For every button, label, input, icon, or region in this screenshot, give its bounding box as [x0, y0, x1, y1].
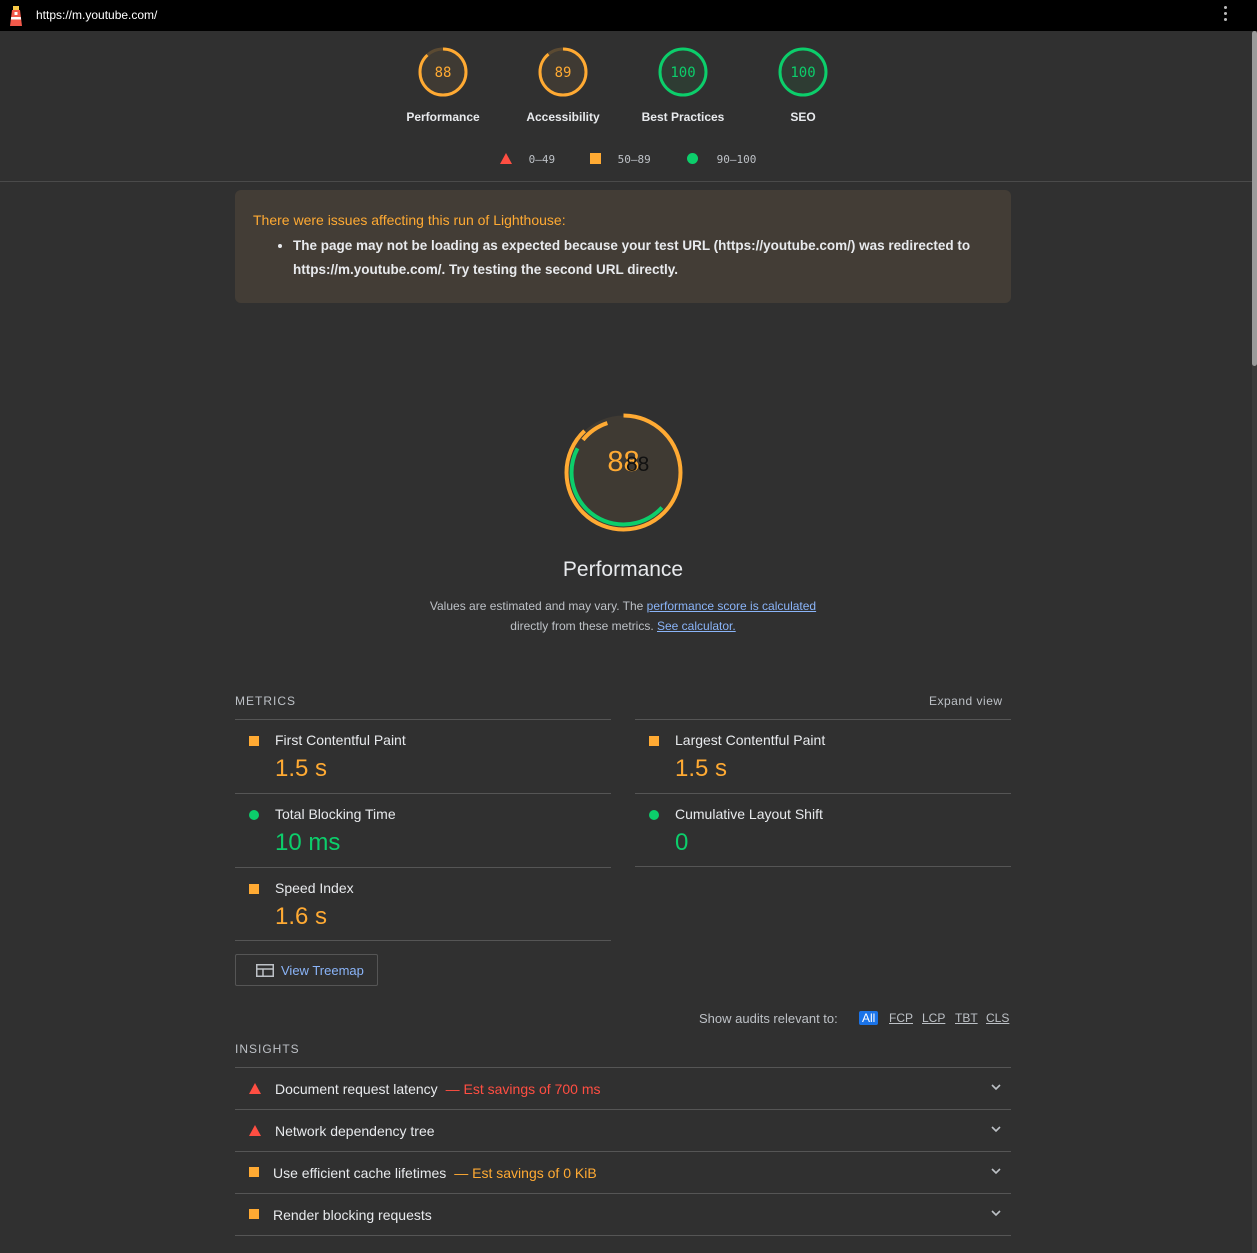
desc-text: Values are estimated and may vary. The — [429, 599, 647, 613]
warning-title: There were issues affecting this run of … — [253, 212, 566, 228]
score-calculated-link[interactable]: performance score is calculated — [647, 599, 816, 613]
triangle-icon — [249, 1083, 261, 1094]
audit-filter-label: Show audits relevant to: — [699, 1011, 838, 1026]
legend-average: 50–89 — [590, 153, 651, 166]
metric-title: First Contentful Paint — [275, 732, 406, 748]
square-icon — [249, 884, 259, 894]
filter-fcp[interactable]: FCP — [889, 1011, 913, 1025]
circle-icon — [687, 153, 698, 164]
metric-speed-index: Speed Index 1.6 s — [235, 867, 611, 941]
metric-title: Speed Index — [275, 880, 354, 896]
insights-heading: INSIGHTS — [235, 1042, 300, 1056]
gauge-label: Best Practices — [641, 110, 725, 124]
gauge-score: 88 — [435, 65, 452, 81]
header-divider — [0, 181, 1252, 182]
gauge-score: 89 — [555, 65, 572, 81]
expand-view-toggle[interactable]: Expand view — [929, 694, 1003, 708]
insight-network-dependency-tree[interactable]: Network dependency tree — [235, 1109, 1011, 1151]
gauge-best-practices[interactable]: 100 Best Practices — [628, 46, 738, 124]
legend-average-label: 50–89 — [617, 153, 651, 166]
scrollbar-thumb[interactable] — [1252, 31, 1257, 366]
gauge-performance[interactable]: 88 Performance — [388, 46, 498, 124]
square-icon — [590, 153, 601, 164]
metric-value: 0 — [675, 829, 689, 856]
legend-pass-label: 90–100 — [716, 153, 757, 166]
gauge-accessibility[interactable]: 89 Accessibility — [508, 46, 618, 124]
insight-render-blocking[interactable]: Render blocking requests — [235, 1193, 1011, 1235]
performance-score: 88 — [607, 446, 640, 478]
address-bar: https://m.youtube.com/ — [0, 0, 1257, 31]
metric-title: Total Blocking Time — [275, 806, 396, 822]
insight-savings: — Est savings of 0 KiB — [454, 1165, 597, 1181]
see-calculator-link[interactable]: See calculator. — [657, 619, 736, 633]
filter-all[interactable]: All — [859, 1011, 879, 1025]
metric-value: 10 ms — [275, 829, 341, 856]
square-icon — [649, 736, 659, 746]
gauge-label: Performance — [406, 110, 480, 124]
filter-tbt[interactable]: TBT — [955, 1011, 978, 1025]
url-text[interactable]: https://m.youtube.com/ — [36, 8, 157, 22]
insight-title: Render blocking requests — [273, 1207, 432, 1223]
warning-list: The page may not be loading as expected … — [275, 234, 993, 282]
view-treemap-label: View Treemap — [281, 963, 364, 978]
square-icon — [249, 1167, 259, 1177]
metric-fcp: First Contentful Paint 1.5 s — [235, 719, 611, 793]
metric-value: 1.5 s — [275, 755, 328, 782]
chevron-down-icon[interactable] — [991, 1210, 1001, 1217]
more-menu-icon[interactable] — [1219, 6, 1231, 24]
metric-cls: Cumulative Layout Shift 0 — [635, 793, 1011, 867]
treemap-icon — [256, 964, 274, 977]
gauge-ring: 88 — [418, 47, 468, 97]
gauge-seo[interactable]: 100 SEO — [748, 46, 858, 124]
square-icon — [249, 1209, 259, 1219]
insight-title: Network dependency tree — [275, 1123, 435, 1139]
gauge-ring: 89 — [538, 47, 588, 97]
insight-title: Use efficient cache lifetimes — [273, 1165, 447, 1181]
insight-title: Document request latency — [275, 1081, 438, 1097]
gauge-score: 100 — [790, 65, 815, 81]
legend-pass: 90–100 — [687, 153, 756, 166]
metric-title: Cumulative Layout Shift — [675, 806, 823, 822]
chevron-down-icon[interactable] — [991, 1168, 1001, 1175]
metric-divider — [235, 940, 611, 941]
insight-savings: — Est savings of 700 ms — [445, 1081, 601, 1097]
metric-value: 1.5 s — [675, 755, 728, 782]
triangle-icon — [249, 1125, 261, 1136]
insight-document-request-latency[interactable]: Document request latency — Est savings of… — [235, 1067, 1011, 1109]
warning-box: There were issues affecting this run of … — [235, 190, 1011, 303]
gauge-score: 100 — [670, 65, 695, 81]
metric-tbt: Total Blocking Time 10 ms — [235, 793, 611, 867]
metric-lcp: Largest Contentful Paint 1.5 s — [635, 719, 1011, 793]
desc-text-2: directly from these metrics. — [510, 619, 654, 633]
gauge-label: Accessibility — [526, 110, 600, 124]
scrollbar[interactable] — [1252, 31, 1257, 1253]
insight-partial-row — [235, 1235, 1011, 1253]
circle-icon — [249, 810, 259, 820]
square-icon — [249, 736, 259, 746]
gauge-ring: 100 — [658, 47, 708, 97]
performance-score-shadow: 88 — [626, 453, 650, 476]
gauge-label: SEO — [790, 110, 816, 124]
lighthouse-icon — [10, 6, 22, 26]
metrics-heading: METRICS — [235, 694, 296, 708]
insight-cache-lifetimes[interactable]: Use efficient cache lifetimes — Est savin… — [235, 1151, 1011, 1193]
circle-icon — [649, 810, 659, 820]
metric-title: Largest Contentful Paint — [675, 732, 826, 748]
filter-cls[interactable]: CLS — [986, 1011, 1009, 1025]
gauge-ring: 100 — [778, 47, 828, 97]
chevron-down-icon[interactable] — [991, 1084, 1001, 1091]
view-treemap-button[interactable]: View Treemap — [235, 954, 378, 986]
performance-description: Values are estimated and may vary. The p… — [400, 596, 846, 636]
warning-item: The page may not be loading as expected … — [293, 234, 993, 282]
triangle-icon — [500, 153, 512, 164]
metric-divider — [635, 866, 1011, 867]
legend-fail-label: 0–49 — [528, 153, 556, 166]
metric-value: 1.6 s — [275, 903, 328, 930]
filter-lcp[interactable]: LCP — [922, 1011, 945, 1025]
chevron-down-icon[interactable] — [991, 1126, 1001, 1133]
legend-fail: 0–49 — [500, 153, 555, 166]
performance-title: Performance — [562, 558, 684, 581]
